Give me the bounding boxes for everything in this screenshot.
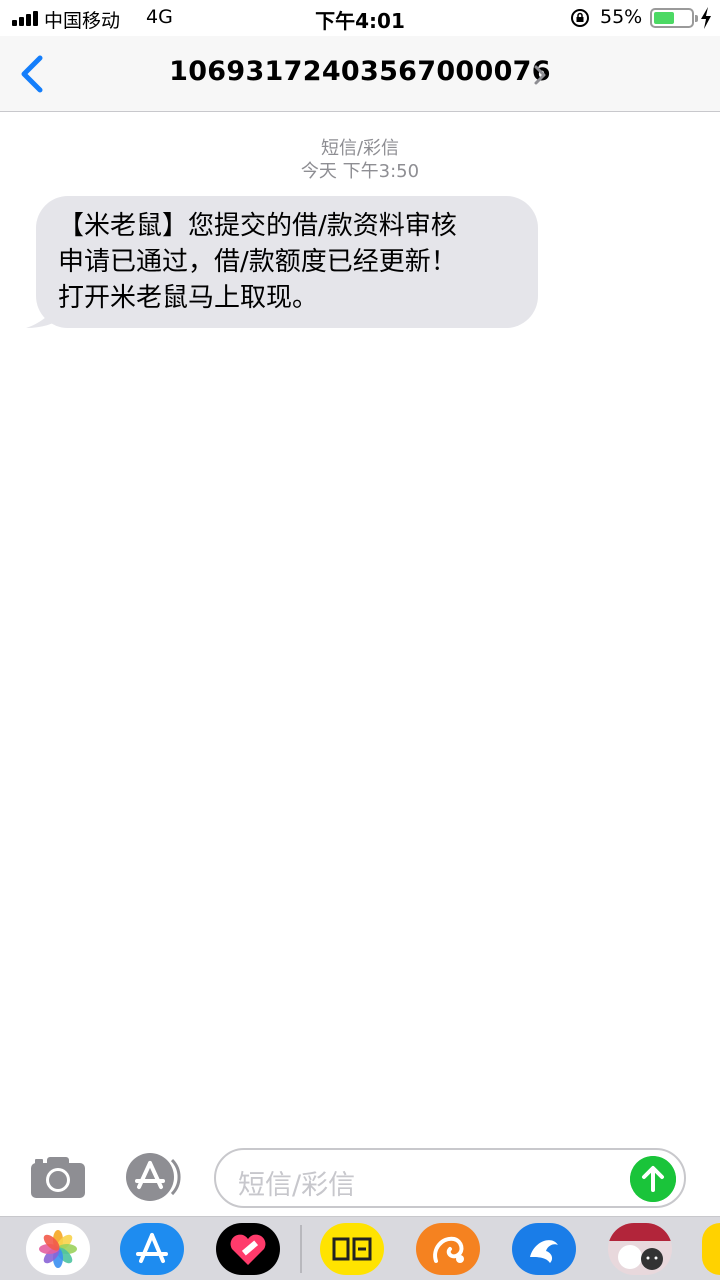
battery-icon bbox=[650, 8, 698, 28]
camera-icon[interactable] bbox=[30, 1155, 86, 1199]
send-arrow-icon[interactable] bbox=[630, 1156, 676, 1202]
message-input-placeholder: 短信/彩信 bbox=[238, 1170, 356, 1201]
app-store-icon[interactable] bbox=[120, 1223, 184, 1275]
app-store-button-icon[interactable] bbox=[120, 1152, 186, 1202]
dolphin-app-icon[interactable] bbox=[512, 1223, 576, 1275]
message-timestamp: 今天 下午3:50 bbox=[300, 161, 420, 182]
message-line: 【米老鼠】您提交的借/款资料审核 bbox=[58, 211, 457, 241]
photos-icon[interactable] bbox=[26, 1223, 90, 1275]
battery-percentage: 55% bbox=[600, 6, 643, 28]
partial-app-icon[interactable] bbox=[702, 1223, 720, 1275]
incoming-message-bubble[interactable]: 【米老鼠】您提交的借/款资料审核 申请已通过，借/款额度已经更新！ 打开米老鼠马… bbox=[36, 196, 538, 328]
imessage-app-drawer bbox=[0, 1216, 720, 1280]
conversation-title[interactable]: 10693172403567000076 bbox=[0, 56, 720, 87]
charging-bolt-icon bbox=[701, 7, 711, 29]
uc-browser-icon[interactable] bbox=[416, 1223, 480, 1275]
cat-stickers-icon[interactable] bbox=[608, 1223, 672, 1275]
message-line: 打开米老鼠马上取现。 bbox=[58, 283, 319, 313]
details-chevron-icon[interactable] bbox=[533, 64, 547, 86]
rotation-lock-icon bbox=[571, 9, 589, 27]
heart-app-icon[interactable] bbox=[216, 1223, 280, 1275]
navigation-bar: 10693172403567000076 bbox=[0, 36, 720, 112]
xianyu-icon[interactable] bbox=[320, 1223, 384, 1275]
message-input[interactable]: 短信/彩信 bbox=[214, 1148, 686, 1208]
drawer-divider bbox=[300, 1225, 302, 1273]
status-bar: 中国移动 4G 下午4:01 55% bbox=[0, 0, 720, 36]
message-line: 申请已通过，借/款额度已经更新！ bbox=[58, 247, 457, 277]
